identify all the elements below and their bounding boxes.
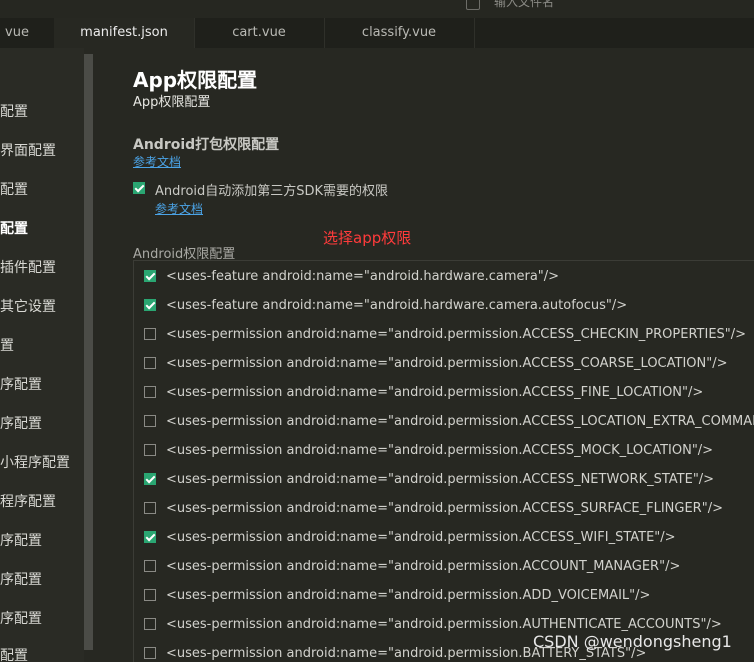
permission-text: <uses-permission android:name="android.p… — [166, 617, 722, 632]
permission-text: <uses-permission android:name="android.p… — [166, 472, 715, 487]
sidebar-item[interactable]: 配置 — [0, 180, 28, 200]
sidebar-item[interactable]: 插件配置 — [0, 258, 56, 278]
page-subtitle: App权限配置 — [133, 95, 211, 110]
search-icon — [466, 0, 480, 10]
file-search-input[interactable]: 输入文件名 — [494, 0, 554, 10]
sidebar-scrollbar[interactable] — [84, 54, 93, 650]
sidebar-item[interactable]: 程序配置 — [0, 492, 56, 512]
sidebar-item[interactable]: 序配置 — [0, 414, 42, 434]
permission-checkbox[interactable] — [144, 357, 156, 369]
tab-manifest-json[interactable]: manifest.json — [54, 18, 195, 48]
editor-window: 输入文件名 vue manifest.json cart.vue classif… — [0, 0, 754, 662]
tab-cart-vue[interactable]: cart.vue — [194, 18, 325, 48]
tab-classify-vue[interactable]: classify.vue — [324, 18, 475, 48]
sidebar-item[interactable]: 配置 — [0, 646, 28, 662]
annotation-text: 选择app权限 — [323, 229, 412, 247]
permission-list: <uses-feature android:name="android.hard… — [133, 260, 754, 662]
page-title: App权限配置 — [133, 68, 258, 92]
permission-checkbox[interactable] — [144, 473, 156, 485]
main-content: App权限配置 App权限配置 Android打包权限配置 参考文档 Andro… — [93, 48, 754, 662]
permission-text: <uses-permission android:name="android.p… — [166, 414, 754, 429]
sidebar-item[interactable]: 界面配置 — [0, 141, 56, 161]
permission-checkbox[interactable] — [144, 531, 156, 543]
permission-checkbox[interactable] — [144, 328, 156, 340]
permission-checkbox[interactable] — [144, 299, 156, 311]
permission-text: <uses-permission android:name="android.p… — [166, 501, 723, 516]
permission-checkbox[interactable] — [144, 270, 156, 282]
config-sidebar: 配置 界面配置 配置 配置 插件配置 其它设置 置 序配置 序配置 小程序配置 … — [0, 48, 84, 662]
permission-text: <uses-permission android:name="android.p… — [166, 559, 681, 574]
permission-checkbox[interactable] — [144, 415, 156, 427]
permission-text: <uses-permission android:name="android.p… — [166, 443, 714, 458]
csdn-watermark: CSDN @wendongsheng1 — [533, 632, 732, 651]
permission-checkbox[interactable] — [144, 647, 156, 659]
permission-checkbox[interactable] — [144, 502, 156, 514]
file-search-bar: 输入文件名 — [0, 0, 754, 18]
sidebar-item[interactable]: 序配置 — [0, 375, 42, 395]
permission-checkbox[interactable] — [144, 589, 156, 601]
sidebar-item[interactable]: 置 — [0, 336, 14, 356]
editor-tab-bar: vue manifest.json cart.vue classify.vue — [0, 18, 754, 48]
permission-checkbox[interactable] — [144, 444, 156, 456]
android-section-title: Android打包权限配置 — [133, 137, 280, 153]
sidebar-item[interactable]: 配置 — [0, 102, 28, 122]
auto-add-doc-link[interactable]: 参考文档 — [155, 200, 203, 217]
permission-checkbox[interactable] — [144, 618, 156, 630]
permission-text: <uses-permission android:name="android.p… — [166, 588, 651, 603]
auto-add-checkbox[interactable] — [133, 182, 145, 194]
sidebar-item[interactable]: 小程序配置 — [0, 453, 70, 473]
auto-add-label: Android自动添加第三方SDK需要的权限 — [155, 184, 389, 199]
permission-text: <uses-permission android:name="android.p… — [166, 356, 728, 371]
sidebar-item[interactable]: 其它设置 — [0, 297, 56, 317]
permission-text: <uses-permission android:name="android.p… — [166, 385, 704, 400]
permission-checkbox[interactable] — [144, 560, 156, 572]
permission-text: <uses-feature android:name="android.hard… — [166, 298, 628, 313]
permission-text: <uses-permission android:name="android.p… — [166, 530, 676, 545]
permission-text: <uses-feature android:name="android.hard… — [166, 269, 560, 284]
doc-link[interactable]: 参考文档 — [133, 153, 181, 170]
permission-text: <uses-permission android:name="android.p… — [166, 327, 747, 342]
sidebar-item-active[interactable]: 配置 — [0, 219, 28, 239]
sidebar-item[interactable]: 序配置 — [0, 531, 42, 551]
tab-vue[interactable]: vue — [0, 18, 55, 48]
permission-checkbox[interactable] — [144, 386, 156, 398]
sidebar-item[interactable]: 序配置 — [0, 570, 42, 590]
sidebar-item[interactable]: 序配置 — [0, 609, 42, 629]
